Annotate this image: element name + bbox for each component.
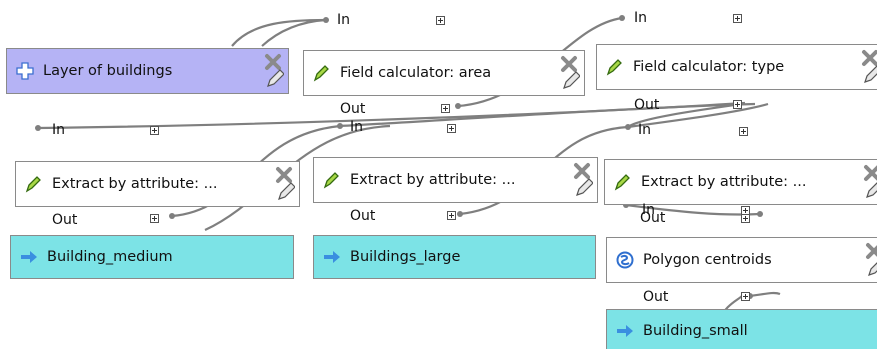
node-extract-3-clip: Extract by attribute: ... — [604, 159, 877, 207]
node-tools[interactable] — [861, 164, 877, 202]
port-in-extract-3: In — [638, 122, 652, 138]
edit-pencil-icon — [864, 65, 877, 83]
node-tools[interactable] — [863, 242, 877, 280]
pencil-algorithm-icon — [313, 65, 329, 82]
node-label: Extract by attribute: ... — [52, 176, 218, 192]
node-tools[interactable] — [859, 49, 877, 87]
delete-icon — [866, 243, 877, 259]
edit-pencil-icon — [866, 182, 877, 198]
edit-pencil-icon — [576, 178, 593, 196]
node-label: Polygon centroids — [643, 252, 772, 268]
expand-icon[interactable] — [150, 126, 159, 135]
edit-pencil-icon — [563, 71, 580, 89]
port-in-field-calc-type: In — [634, 10, 648, 26]
pencil-algorithm-icon — [606, 59, 622, 76]
expand-icon[interactable] — [739, 127, 748, 136]
node-label: Field calculator: area — [340, 65, 492, 81]
node-building-small-clip: Building_small — [606, 309, 877, 349]
expand-icon[interactable] — [741, 214, 750, 223]
qgis-algorithm-icon — [616, 251, 634, 269]
node-label: Buildings_large — [350, 249, 461, 265]
node-building-medium[interactable]: Building_medium — [10, 235, 294, 279]
port-out-extract-1: Out — [52, 212, 78, 228]
port-in-polygon-centroids: In — [642, 202, 656, 218]
delete-icon — [265, 54, 281, 70]
node-polygon-centroids-clip: Polygon centroids — [606, 237, 877, 285]
node-label: Field calculator: type — [633, 59, 785, 75]
node-tools[interactable] — [571, 162, 593, 200]
port-in-extract-1: In — [52, 122, 66, 138]
port-out-field-calc-type: Out — [634, 97, 660, 113]
node-extract-by-attribute-3[interactable]: Extract by attribute: ... — [604, 159, 877, 205]
node-label: Building_medium — [47, 249, 173, 265]
node-buildings-large[interactable]: Buildings_large — [313, 235, 596, 279]
expand-icon[interactable] — [741, 292, 750, 301]
delete-icon — [864, 165, 877, 181]
edit-pencil-icon — [868, 262, 877, 276]
expand-icon[interactable] — [441, 104, 450, 113]
expand-icon[interactable] — [436, 16, 445, 25]
delete-icon — [561, 56, 577, 72]
node-label: Extract by attribute: ... — [641, 174, 807, 190]
expand-icon[interactable] — [733, 100, 742, 109]
node-field-calculator-type-clip: Field calculator: type — [596, 44, 877, 92]
edit-pencil-icon — [267, 69, 284, 87]
plus-icon — [16, 62, 34, 80]
delete-icon — [276, 167, 292, 183]
node-extract-by-attribute-2[interactable]: Extract by attribute: ... — [313, 157, 598, 203]
wire-centroids-to-small — [749, 291, 781, 298]
delete-icon — [574, 163, 590, 179]
port-out-field-calc-area: Out — [340, 101, 366, 117]
node-polygon-centroids[interactable]: Polygon centroids — [606, 237, 877, 283]
node-field-calculator-type[interactable]: Field calculator: type — [596, 44, 877, 90]
node-building-small[interactable]: Building_small — [606, 309, 877, 349]
expand-icon[interactable] — [447, 211, 456, 220]
arrow-right-icon — [324, 251, 340, 263]
edit-pencil-icon — [278, 182, 295, 200]
port-in-extract-2: In — [350, 119, 364, 135]
node-tools[interactable] — [273, 166, 295, 204]
node-layer-of-buildings[interactable]: Layer of buildings — [6, 48, 289, 94]
wire-type-to-extract2 — [339, 102, 756, 128]
model-canvas[interactable]: In In Layer of buildings Field calculato… — [0, 0, 877, 349]
node-label: Layer of buildings — [43, 63, 173, 79]
pencil-algorithm-icon — [323, 172, 339, 189]
node-label: Building_small — [643, 323, 748, 339]
node-extract-by-attribute-1[interactable]: Extract by attribute: ... — [15, 161, 300, 207]
arrow-right-icon — [21, 251, 37, 263]
arrow-right-icon — [617, 325, 633, 337]
port-out-extract-2: Out — [350, 208, 376, 224]
node-tools[interactable] — [262, 53, 284, 91]
port-in-field-calc-area: In — [337, 12, 351, 28]
node-tools[interactable] — [558, 55, 580, 93]
pencil-algorithm-icon — [25, 176, 41, 193]
node-field-calculator-area[interactable]: Field calculator: area — [303, 50, 585, 96]
port-out-polygon-centroids: Out — [643, 289, 669, 305]
expand-icon[interactable] — [447, 124, 456, 133]
expand-icon[interactable] — [150, 214, 159, 223]
pencil-algorithm-icon — [614, 174, 630, 191]
delete-icon — [862, 50, 877, 66]
node-label: Extract by attribute: ... — [350, 172, 516, 188]
expand-icon[interactable] — [733, 14, 742, 23]
